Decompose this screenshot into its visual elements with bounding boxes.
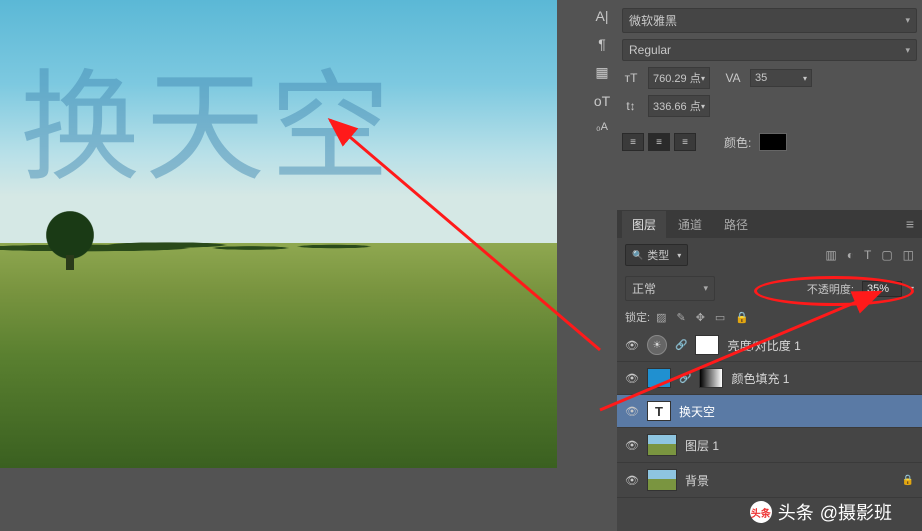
toutiao-logo-icon: 头条: [750, 501, 772, 523]
panel-menu-icon[interactable]: ≡: [906, 216, 914, 232]
lock-pixels-icon[interactable]: ✎: [676, 311, 685, 324]
leading-icon: t↕: [622, 97, 640, 115]
document-canvas[interactable]: 换天空: [0, 0, 557, 468]
lock-position-icon[interactable]: ✥: [696, 311, 705, 324]
align-right-button[interactable]: ≡: [674, 133, 696, 151]
font-family-select[interactable]: 微软雅黑: [622, 8, 917, 33]
blend-mode-select[interactable]: 正常: [625, 276, 715, 301]
layer-row[interactable]: 👁 🔗 颜色填充 1: [617, 362, 922, 395]
layers-panel: 图层 通道 路径 ≡ 类型 ▥ ◐ T ▢ ◫ 正常 不透明度: 35% ▾ 锁…: [617, 210, 922, 531]
canvas-grass: [0, 243, 557, 468]
lock-label: 锁定:: [625, 309, 650, 325]
font-size-icon: тT: [622, 69, 640, 87]
text-color-swatch[interactable]: [759, 133, 787, 151]
leading-input[interactable]: 336.66 点: [648, 95, 710, 117]
filter-smartobj-icon[interactable]: ◫: [903, 248, 914, 262]
lock-transparency-icon[interactable]: ▨: [656, 311, 666, 324]
glyphs-icon[interactable]: ▦: [595, 64, 608, 81]
font-style-select[interactable]: Regular: [622, 39, 917, 61]
font-style-value: Regular: [629, 43, 671, 57]
layer-name[interactable]: 亮度/对比度 1: [727, 337, 800, 354]
layer-row[interactable]: 👁 图层 1: [617, 428, 922, 463]
layer-filter-select[interactable]: 类型: [625, 244, 688, 266]
layer-row[interactable]: 👁 T 换天空: [617, 395, 922, 428]
filter-adjustment-icon[interactable]: ◐: [847, 248, 854, 262]
align-left-button[interactable]: ≡: [622, 133, 644, 151]
character-panel: 微软雅黑 Regular тT 760.29 点 VA 35 t↕ 336.66…: [622, 5, 917, 154]
visibility-toggle[interactable]: 👁: [625, 473, 639, 487]
lock-all-icon[interactable]: 🔒: [735, 311, 749, 324]
color-label: 颜色:: [724, 134, 751, 151]
opacity-label: 不透明度:: [807, 281, 854, 297]
watermark-user: @摄影班: [820, 499, 892, 525]
text-layer-thumb[interactable]: T: [647, 401, 671, 421]
lock-artboard-icon[interactable]: ▭: [715, 311, 725, 324]
adjustment-icon: ☀: [647, 335, 667, 355]
layer-name[interactable]: 背景: [685, 472, 709, 489]
visibility-toggle[interactable]: 👁: [625, 338, 639, 352]
character-style-icon[interactable]: ₀A: [596, 121, 608, 133]
font-size-input[interactable]: 760.29 点: [648, 67, 710, 89]
layer-name[interactable]: 颜色填充 1: [731, 370, 789, 387]
align-center-button[interactable]: ≡: [648, 133, 670, 151]
tab-channels[interactable]: 通道: [668, 211, 712, 238]
layer-name[interactable]: 图层 1: [685, 437, 719, 454]
paragraph-icon[interactable]: ¶: [598, 36, 606, 52]
tracking-input[interactable]: 35: [750, 69, 812, 87]
tab-paths[interactable]: 路径: [714, 211, 758, 238]
visibility-toggle[interactable]: 👁: [625, 438, 639, 452]
opacity-dropdown-icon[interactable]: ▾: [910, 284, 914, 293]
right-panels: A| ¶ ▦ oT ₀A 微软雅黑 Regular тT 760.29 点 VA…: [617, 0, 922, 531]
filter-pixel-icon[interactable]: ▥: [825, 248, 836, 262]
image-layer-thumb[interactable]: [647, 434, 677, 456]
text-orientation-icon[interactable]: A|: [596, 8, 609, 24]
link-icon: 🔗: [679, 373, 691, 384]
layer-row[interactable]: 👁 背景 🔒: [617, 463, 922, 498]
visibility-toggle[interactable]: 👁: [625, 371, 639, 385]
image-layer-thumb[interactable]: [647, 469, 677, 491]
layer-mask-thumb[interactable]: [695, 335, 719, 355]
opentype-icon[interactable]: oT: [594, 93, 610, 109]
font-family-value: 微软雅黑: [629, 12, 677, 29]
layer-row[interactable]: 👁 ☀ 🔗 亮度/对比度 1: [617, 329, 922, 362]
tracking-icon: VA: [724, 69, 742, 87]
layer-list: 👁 ☀ 🔗 亮度/对比度 1 👁 🔗 颜色填充 1 👁 T 换天空 👁: [617, 329, 922, 498]
canvas-tree: [40, 210, 100, 260]
tab-layers[interactable]: 图层: [622, 211, 666, 238]
link-icon: 🔗: [675, 340, 687, 351]
fill-thumb[interactable]: [647, 368, 671, 388]
lock-icon: 🔒: [902, 475, 914, 486]
layer-mask-thumb[interactable]: [699, 368, 723, 388]
watermark: 头条 头条 @摄影班: [750, 499, 892, 525]
visibility-toggle[interactable]: 👁: [625, 404, 639, 418]
canvas-text-layer[interactable]: 换天空: [20, 30, 395, 204]
layer-name[interactable]: 换天空: [679, 403, 715, 420]
filter-type-icon[interactable]: T: [864, 248, 871, 262]
watermark-prefix: 头条: [778, 499, 814, 525]
opacity-input[interactable]: 35%: [862, 281, 902, 297]
filter-shape-icon[interactable]: ▢: [881, 248, 892, 262]
panel-tabs: 图层 通道 路径 ≡: [617, 210, 922, 238]
